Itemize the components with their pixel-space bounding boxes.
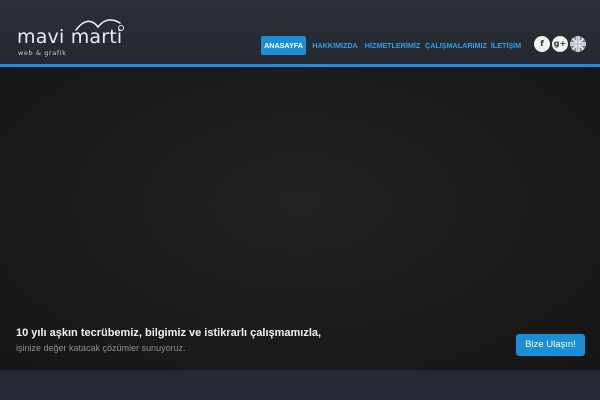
logo-text: mavi marti [17, 26, 123, 48]
registered-mark-icon [118, 25, 124, 31]
footer-band [0, 370, 600, 400]
google-plus-glyph: g+ [553, 39, 567, 48]
nav-item-anasayfa[interactable]: ANASAYFA [261, 36, 306, 55]
site-header: mavi marti web & grafik ANASAYFA HAKKIMI… [0, 0, 600, 64]
logo-subtitle: web & grafik [18, 49, 67, 57]
contact-us-button[interactable]: Bize Ulaşın! [516, 334, 585, 356]
nav-item-calismalarimiz[interactable]: ÇALIŞMALARIMIZ [425, 36, 487, 55]
hero-banner [0, 67, 600, 370]
hero-subtitle: işinize değer katacak çözümler sunuyoruz… [16, 343, 186, 353]
nav-item-iletisim[interactable]: İLETİŞİM [487, 36, 525, 55]
facebook-glyph: f [540, 39, 544, 48]
google-plus-icon[interactable]: g+ [552, 36, 568, 52]
uk-flag-graphic [570, 36, 586, 52]
facebook-icon[interactable]: f [534, 36, 550, 52]
nav-item-hizmetlerimiz[interactable]: HİZMETLERİMİZ [364, 36, 421, 55]
hero-title: 10 yılı aşkın tecrübemiz, bilgimiz ve is… [16, 327, 322, 339]
site-logo[interactable]: mavi marti web & grafik [17, 14, 129, 57]
uk-flag-icon[interactable] [570, 36, 586, 52]
nav-item-hakkimizda[interactable]: HAKKIMIZDA [310, 36, 360, 55]
